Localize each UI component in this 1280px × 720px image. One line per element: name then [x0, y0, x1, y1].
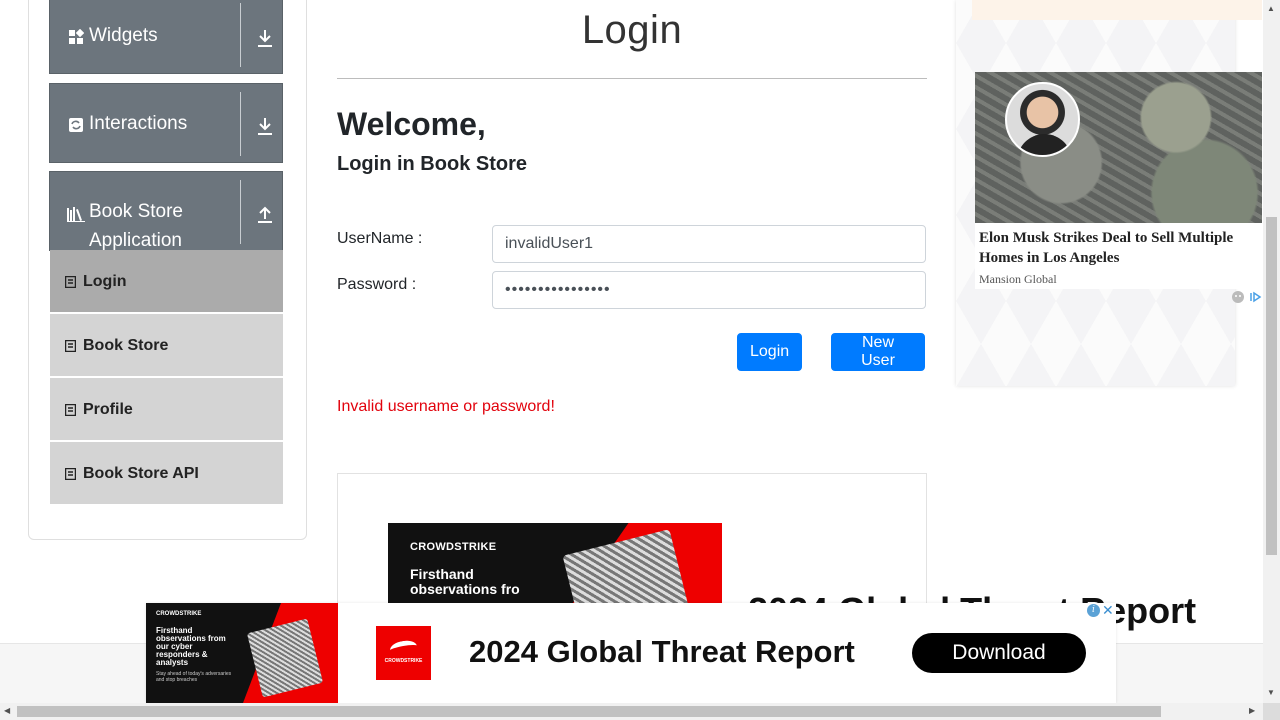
- password-label: Password :: [337, 276, 417, 293]
- username-input[interactable]: [492, 225, 926, 263]
- book-store-menu: Login Book Store Profile Book Store API: [50, 250, 283, 506]
- book-shelf-icon: [67, 207, 85, 222]
- promo-image-text: Firsthand observations fro: [410, 566, 520, 597]
- group-header-label: Book Store Application: [89, 201, 183, 251]
- book-icon: [65, 276, 76, 288]
- sidebar-item-label: Profile: [83, 401, 133, 418]
- new-user-button[interactable]: New User: [831, 333, 925, 371]
- scroll-left-icon[interactable]: ◀: [4, 706, 10, 715]
- sidebar-item-label: Book Store API: [83, 465, 199, 482]
- group-header-widgets[interactable]: Widgets: [49, 0, 283, 74]
- vertical-scroll-thumb[interactable]: [1266, 217, 1277, 555]
- scroll-down-icon[interactable]: ▼: [1267, 688, 1275, 697]
- widgets-icon: [69, 29, 84, 44]
- bottom-ad-image: CROWDSTRIKE Firsthand observations from …: [146, 603, 338, 703]
- bottom-ad-banner[interactable]: CROWDSTRIKE Firsthand observations from …: [146, 602, 1116, 703]
- chevron-down-icon: [258, 118, 272, 135]
- info-icon[interactable]: i: [1087, 604, 1100, 617]
- crowdstrike-logo: CROWDSTRIKE: [410, 541, 497, 553]
- ad-image-text: Firsthand observations from our cyber re…: [156, 626, 226, 667]
- right-ad-top-strip: [972, 0, 1262, 20]
- password-input[interactable]: [492, 271, 926, 309]
- logo-text: CROWDSTRIKE: [384, 658, 423, 664]
- chevron-up-icon: [258, 206, 272, 223]
- ad-info-controls: i ✕: [1085, 602, 1116, 619]
- sidebar-item-login[interactable]: Login: [50, 250, 283, 314]
- sidebar-item-label: Book Store: [83, 337, 169, 354]
- sidebar-item-book-store-api[interactable]: Book Store API: [50, 442, 283, 506]
- divider: [337, 78, 927, 79]
- ad-image-small-text: Stay ahead of today's adversaries and st…: [156, 671, 232, 683]
- group-header-interactions[interactable]: Interactions: [49, 83, 283, 163]
- page-title: Login: [581, 8, 683, 52]
- crowdstrike-logo-icon: CROWDSTRIKE: [376, 626, 431, 680]
- scroll-right-icon[interactable]: ▶: [1249, 706, 1255, 715]
- scroll-up-icon[interactable]: ▲: [1267, 4, 1275, 13]
- login-subtitle: Login in Book Store: [337, 153, 527, 175]
- news-source: Mansion Global: [979, 272, 1057, 286]
- avatar-suit: [1017, 134, 1072, 155]
- scrollbar-corner: [1263, 703, 1280, 720]
- book-icon: [65, 468, 76, 480]
- book-icon: [65, 340, 76, 352]
- adchoices-icon[interactable]: [1231, 290, 1263, 304]
- welcome-heading: Welcome,: [337, 106, 486, 142]
- login-button[interactable]: Login: [737, 333, 802, 371]
- download-button[interactable]: Download: [912, 633, 1086, 673]
- crowdstrike-logo: CROWDSTRIKE: [156, 611, 202, 617]
- sidebar-item-label: Login: [83, 273, 127, 290]
- news-headline[interactable]: Elon Musk Strikes Deal to Sell Multiple …: [979, 228, 1259, 268]
- interactions-icon: [69, 118, 83, 132]
- horizontal-scroll-thumb[interactable]: [17, 706, 1161, 717]
- bottom-ad-headline: 2024 Global Threat Report: [469, 634, 855, 669]
- divider: [240, 92, 241, 156]
- divider: [240, 3, 241, 67]
- sidebar-item-book-store[interactable]: Book Store: [50, 314, 283, 378]
- username-label: UserName :: [337, 230, 423, 247]
- chevron-down-icon: [258, 30, 272, 47]
- group-header-label: Interactions: [89, 113, 188, 134]
- group-header-book-store-application[interactable]: Book Store Application: [49, 171, 283, 251]
- error-message: Invalid username or password!: [337, 398, 555, 415]
- falcon-icon: [388, 638, 419, 658]
- book-icon: [65, 404, 76, 416]
- news-avatar: [1005, 82, 1080, 157]
- group-header-label: Widgets: [89, 25, 158, 46]
- close-icon[interactable]: ✕: [1102, 602, 1114, 619]
- sidebar-item-profile[interactable]: Profile: [50, 378, 283, 442]
- vertical-scrollbar[interactable]: ▲ ▼: [1263, 0, 1280, 703]
- divider: [240, 180, 241, 244]
- horizontal-scrollbar[interactable]: ◀ ▶: [0, 703, 1263, 720]
